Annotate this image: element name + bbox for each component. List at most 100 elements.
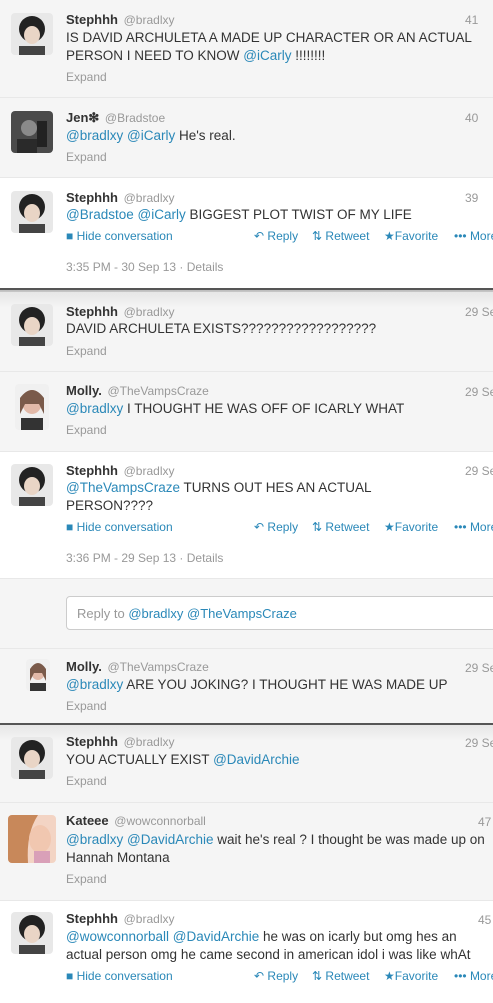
- avatar[interactable]: [11, 111, 53, 153]
- avatar-image: [11, 13, 53, 55]
- reply-input[interactable]: Reply to @bradlxy @TheVampsCraze: [66, 596, 493, 630]
- display-name[interactable]: Kateee: [66, 813, 109, 828]
- tweet-expanded[interactable]: Stephhh @bradlxy 29 Se @TheVampsCraze TU…: [0, 452, 493, 579]
- timestamp[interactable]: 29 Se: [465, 661, 493, 675]
- speech-bubble-icon: ■: [66, 520, 74, 534]
- expand-link[interactable]: Expand: [66, 699, 107, 713]
- timestamp[interactable]: 29 Se: [465, 736, 493, 750]
- username[interactable]: @TheVampsCraze: [108, 660, 209, 674]
- tweet[interactable]: Stephhh @bradlxy 29 Se YOU ACTUALLY EXIS…: [0, 725, 493, 803]
- display-name[interactable]: Molly.: [66, 659, 102, 674]
- mention-link[interactable]: @bradlxy: [66, 832, 123, 847]
- expand-link[interactable]: Expand: [66, 872, 107, 886]
- tweet[interactable]: Stephhh @bradlxy 41 IS DAVID ARCHULETA A…: [0, 0, 493, 98]
- avatar[interactable]: [11, 304, 53, 346]
- favorite-button[interactable]: ★Favorite: [384, 229, 438, 243]
- tweet-meta[interactable]: 3:35 PM - 30 Sep 13 · Details: [66, 260, 223, 274]
- username[interactable]: @bradlxy: [124, 464, 175, 478]
- username[interactable]: @wowconnorball: [114, 814, 206, 828]
- mention-link[interactable]: @DavidArchie: [173, 929, 259, 944]
- expand-link[interactable]: Expand: [66, 344, 107, 358]
- expand-link[interactable]: Expand: [66, 150, 107, 164]
- username[interactable]: @bradlxy: [124, 735, 175, 749]
- username[interactable]: @TheVampsCraze: [108, 384, 209, 398]
- mention-link[interactable]: @iCarly: [138, 207, 186, 222]
- tweet-text: YOU ACTUALLY EXIST @DavidArchie: [66, 752, 300, 767]
- expand-link[interactable]: Expand: [66, 70, 107, 84]
- avatar-image: [11, 464, 53, 506]
- timestamp[interactable]: 41: [465, 13, 478, 27]
- retweet-button[interactable]: ⇅ Retweet: [312, 969, 369, 983]
- display-name[interactable]: Stephhh: [66, 304, 118, 319]
- more-button[interactable]: ••• More: [454, 969, 493, 983]
- timestamp[interactable]: 39: [465, 191, 478, 205]
- tweet[interactable]: Jen❇ @Bradstoe 40 @bradlxy @iCarly He's …: [0, 98, 493, 178]
- mention-link[interactable]: @DavidArchie: [213, 752, 299, 767]
- hide-conversation-link[interactable]: ■ Hide conversation: [66, 229, 173, 243]
- expand-link[interactable]: Expand: [66, 423, 107, 437]
- username[interactable]: @Bradstoe: [105, 111, 165, 125]
- retweet-icon: ⇅: [312, 520, 323, 534]
- mention-link[interactable]: @iCarly: [127, 128, 175, 143]
- timestamp[interactable]: 45: [478, 913, 491, 927]
- reply-button[interactable]: ↶ Reply: [254, 229, 298, 243]
- tweet-expanded[interactable]: Stephhh @bradlxy 45 @wowconnorball @Davi…: [0, 901, 493, 1003]
- display-name[interactable]: Stephhh: [66, 190, 118, 205]
- display-name[interactable]: Stephhh: [66, 12, 118, 27]
- mention-link[interactable]: @bradlxy: [66, 677, 123, 692]
- mention-link[interactable]: @bradlxy: [66, 401, 123, 416]
- display-name[interactable]: Molly.: [66, 383, 102, 398]
- timestamp[interactable]: 47: [478, 815, 491, 829]
- mention-link[interactable]: @TheVampsCraze: [66, 480, 180, 495]
- display-name[interactable]: Jen❇: [66, 110, 99, 125]
- timestamp[interactable]: 40: [465, 111, 478, 125]
- avatar[interactable]: [11, 737, 53, 779]
- tweet-text: @bradlxy I THOUGHT HE WAS OFF OF ICARLY …: [66, 401, 405, 416]
- avatar-image: [11, 191, 53, 233]
- tweet-expanded[interactable]: Stephhh @bradlxy 39 @Bradstoe @iCarly BI…: [0, 178, 493, 288]
- avatar-image: [8, 815, 56, 863]
- username[interactable]: @bradlxy: [124, 912, 175, 926]
- username[interactable]: @bradlxy: [124, 13, 175, 27]
- avatar[interactable]: [15, 384, 49, 430]
- mention-link[interactable]: @iCarly: [243, 48, 291, 63]
- retweet-button[interactable]: ⇅ Retweet: [312, 520, 369, 534]
- avatar[interactable]: [11, 191, 53, 233]
- reply-button[interactable]: ↶ Reply: [254, 969, 298, 983]
- tweet[interactable]: Kateee @wowconnorball 47 @bradlxy @David…: [0, 803, 493, 901]
- expand-link[interactable]: Expand: [66, 774, 107, 788]
- tweet[interactable]: Stephhh @bradlxy 29 Se DAVID ARCHULETA E…: [0, 292, 493, 372]
- mention-link[interactable]: @Bradstoe: [66, 207, 134, 222]
- display-name[interactable]: Stephhh: [66, 734, 118, 749]
- mention-link[interactable]: @wowconnorball: [66, 929, 169, 944]
- favorite-button[interactable]: ★Favorite: [384, 969, 438, 983]
- favorite-button[interactable]: ★Favorite: [384, 520, 438, 534]
- avatar[interactable]: [11, 464, 53, 506]
- avatar-image: [26, 659, 50, 691]
- avatar-image: [11, 737, 53, 779]
- username[interactable]: @bradlxy: [124, 305, 175, 319]
- mention-link[interactable]: @DavidArchie: [127, 832, 213, 847]
- tweet[interactable]: Molly. @TheVampsCraze 29 Se @bradlxy I T…: [0, 372, 493, 452]
- timestamp[interactable]: 29 Se: [465, 305, 493, 319]
- mention-link[interactable]: @bradlxy: [66, 128, 123, 143]
- retweet-button[interactable]: ⇅ Retweet: [312, 229, 369, 243]
- username[interactable]: @bradlxy: [124, 191, 175, 205]
- avatar[interactable]: [11, 13, 53, 55]
- display-name[interactable]: Stephhh: [66, 911, 118, 926]
- tweet-text: @wowconnorball @DavidArchie he was on ic…: [66, 929, 471, 962]
- more-button[interactable]: ••• More: [454, 520, 493, 534]
- hide-conversation-link[interactable]: ■ Hide conversation: [66, 520, 173, 534]
- hide-conversation-link[interactable]: ■ Hide conversation: [66, 969, 173, 983]
- more-button[interactable]: ••• More: [454, 229, 493, 243]
- avatar[interactable]: [26, 659, 50, 691]
- display-name[interactable]: Stephhh: [66, 463, 118, 478]
- avatar[interactable]: [8, 815, 56, 863]
- timestamp[interactable]: 29 Se: [465, 385, 493, 399]
- avatar[interactable]: [11, 912, 53, 954]
- timestamp[interactable]: 29 Se: [465, 464, 493, 478]
- reply-arrow-icon: ↶: [254, 969, 265, 983]
- tweet[interactable]: Molly. @TheVampsCraze 29 Se @bradlxy ARE…: [0, 649, 493, 723]
- tweet-meta[interactable]: 3:36 PM - 29 Sep 13 · Details: [66, 551, 223, 565]
- reply-button[interactable]: ↶ Reply: [254, 520, 298, 534]
